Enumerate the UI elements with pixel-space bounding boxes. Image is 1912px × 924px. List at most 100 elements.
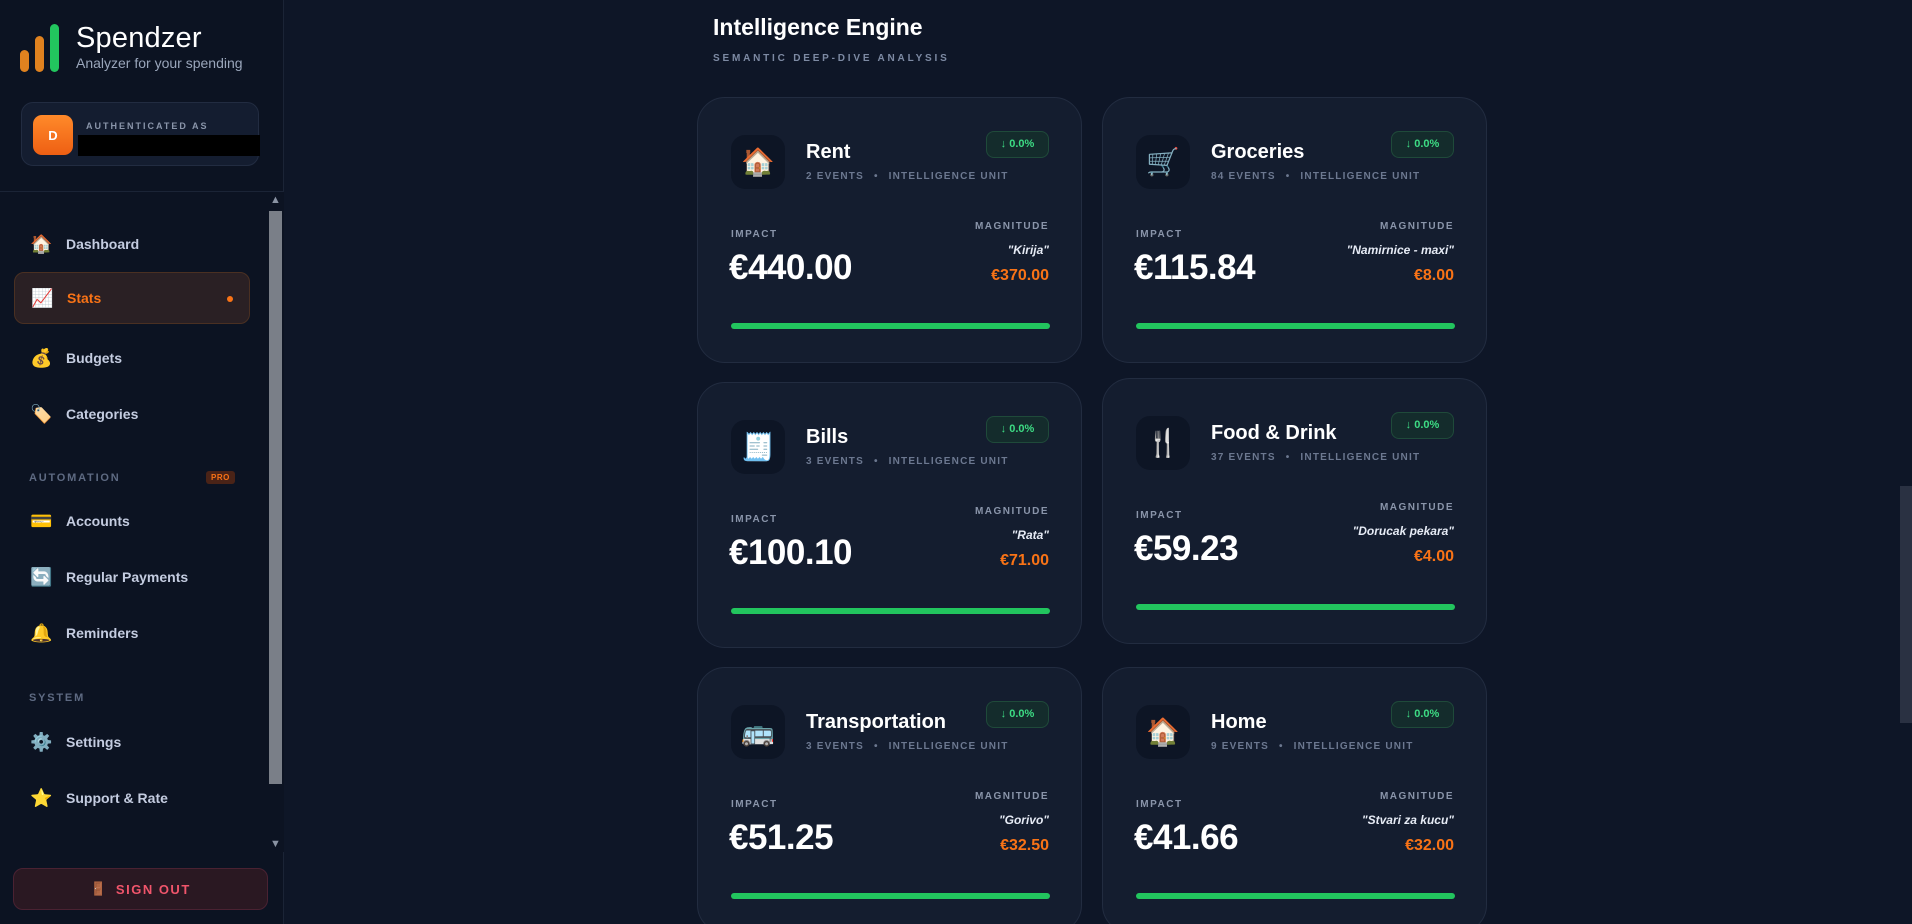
category-card-groceries[interactable]: 🛒 Groceries 84 EVENTS • INTELLIGENCE UNIT … <box>1102 97 1487 363</box>
page-scrollbar-thumb[interactable] <box>1900 486 1912 723</box>
impact-label: IMPACT <box>731 229 778 240</box>
receipt-icon: 🧾 <box>731 420 785 474</box>
sidebar-item-label: Dashboard <box>66 236 140 252</box>
sidebar-item-budgets[interactable]: 💰 Budgets <box>14 332 250 384</box>
top-item-name: "Dorucak pekara" <box>1352 524 1454 538</box>
top-item-value: €32.50 <box>1000 837 1049 854</box>
sidebar-item-stats[interactable]: 📈 Stats <box>14 272 250 324</box>
trend-badge: ↓ 0.0% <box>1391 412 1454 439</box>
impact-value: €100.10 <box>729 533 853 572</box>
section-label-system: SYSTEM <box>29 692 86 704</box>
impact-label: IMPACT <box>1136 229 1183 240</box>
progress-bar <box>731 893 1050 899</box>
sidebar-item-label: Accounts <box>66 513 130 529</box>
house-icon: 🏠 <box>731 135 785 189</box>
sidebar-scrollbar[interactable]: ▲ ▼ <box>267 192 284 852</box>
top-item-name: "Kirija" <box>1007 243 1049 257</box>
category-name: Transportation <box>806 711 947 733</box>
magnitude-label: MAGNITUDE <box>1379 791 1454 802</box>
top-item-name: "Namirnice - maxi" <box>1346 243 1454 257</box>
sidebar-item-regular-payments[interactable]: 🔄 Regular Payments <box>14 551 250 603</box>
logo-icon <box>20 22 64 72</box>
category-card-food-drink[interactable]: 🍴 Food & Drink 37 EVENTS • INTELLIGENCE UN… <box>1102 378 1487 644</box>
magnitude-label: MAGNITUDE <box>974 791 1049 802</box>
avatar: D <box>33 115 73 155</box>
sign-out-button[interactable]: 🚪 SIGN OUT <box>13 868 268 910</box>
progress-bar <box>731 323 1050 329</box>
impact-value: €51.25 <box>729 818 834 857</box>
scroll-thumb[interactable] <box>269 211 282 784</box>
gear-icon: ⚙️ <box>30 731 53 752</box>
brand-name: Spendzer <box>76 22 202 54</box>
category-card-transportation[interactable]: 🚌 Transportation 3 EVENTS • INTELLIGENCE U… <box>697 667 1082 924</box>
impact-label: IMPACT <box>1136 799 1183 810</box>
category-name: Home <box>1211 711 1267 733</box>
sidebar-item-support[interactable]: ⭐ Support & Rate <box>14 772 250 824</box>
sidebar-item-reminders[interactable]: 🔔 Reminders <box>14 607 250 659</box>
impact-label: IMPACT <box>731 514 778 525</box>
impact-value: €59.23 <box>1134 529 1239 568</box>
auth-label: AUTHENTICATED AS <box>86 121 209 131</box>
trend-badge: ↓ 0.0% <box>986 701 1049 728</box>
sidebar: Spendzer Analyzer for your spending D AU… <box>0 0 284 924</box>
sidebar-item-label: Settings <box>66 734 122 750</box>
category-card-rent[interactable]: 🏠 Rent 2 EVENTS • INTELLIGENCE UNIT ↓ 0.0%… <box>697 97 1082 363</box>
magnitude-label: MAGNITUDE <box>974 221 1049 232</box>
trend-badge: ↓ 0.0% <box>1391 701 1454 728</box>
category-meta: 2 EVENTS • INTELLIGENCE UNIT <box>806 171 1009 182</box>
sidebar-nav: 🏠 Dashboard 📈 Stats 💰 Budgets 🏷️ Categor… <box>0 192 284 852</box>
shopping-cart-icon: 🛒 <box>1136 135 1190 189</box>
category-card-home[interactable]: 🏠 Home 9 EVENTS • INTELLIGENCE UNIT ↓ 0.0%… <box>1102 667 1487 924</box>
impact-label: IMPACT <box>1136 510 1183 521</box>
brand[interactable]: Spendzer Analyzer for your spending <box>20 22 243 72</box>
category-meta: 37 EVENTS • INTELLIGENCE UNIT <box>1211 452 1421 463</box>
category-meta: 3 EVENTS • INTELLIGENCE UNIT <box>806 741 1009 752</box>
category-name: Food & Drink <box>1211 422 1337 444</box>
top-item-value: €4.00 <box>1413 548 1454 565</box>
pro-badge: PRO <box>206 471 235 484</box>
sign-out-label: SIGN OUT <box>115 881 191 897</box>
door-icon: 🚪 <box>90 881 108 896</box>
brand-tagline: Analyzer for your spending <box>76 55 243 71</box>
category-meta: 3 EVENTS • INTELLIGENCE UNIT <box>806 456 1009 467</box>
bus-icon: 🚌 <box>731 705 785 759</box>
top-item-value: €8.00 <box>1413 267 1454 284</box>
impact-value: €41.66 <box>1134 818 1239 857</box>
sidebar-item-label: Regular Payments <box>66 569 189 585</box>
scroll-up-arrow-icon[interactable]: ▲ <box>267 192 284 208</box>
sidebar-item-label: Categories <box>66 406 139 422</box>
repeat-icon: 🔄 <box>30 566 53 587</box>
bell-icon: 🔔 <box>30 622 53 643</box>
top-item-value: €370.00 <box>991 267 1049 284</box>
magnitude-label: MAGNITUDE <box>974 506 1049 517</box>
trend-badge: ↓ 0.0% <box>1391 131 1454 158</box>
sidebar-item-label: Support & Rate <box>66 790 168 806</box>
category-name: Groceries <box>1211 141 1305 163</box>
sidebar-item-settings[interactable]: ⚙️ Settings <box>14 716 250 768</box>
top-item-name: "Stvari za kucu" <box>1361 813 1454 827</box>
credit-card-icon: 💳 <box>30 510 53 531</box>
star-icon: ⭐ <box>30 787 53 808</box>
fork-knife-icon: 🍴 <box>1136 416 1190 470</box>
house-icon: 🏠 <box>30 233 53 254</box>
magnitude-label: MAGNITUDE <box>1379 502 1454 513</box>
redacted-username <box>78 135 260 156</box>
sidebar-item-accounts[interactable]: 💳 Accounts <box>14 495 250 547</box>
sidebar-item-label: Reminders <box>66 625 139 641</box>
category-meta: 84 EVENTS • INTELLIGENCE UNIT <box>1211 171 1421 182</box>
sidebar-item-categories[interactable]: 🏷️ Categories <box>14 388 250 440</box>
sidebar-item-label: Budgets <box>66 350 122 366</box>
user-card[interactable]: D AUTHENTICATED AS <box>21 102 260 166</box>
page-title: Intelligence Engine <box>713 14 923 40</box>
magnitude-label: MAGNITUDE <box>1379 221 1454 232</box>
top-item-name: "Rata" <box>1011 528 1049 542</box>
money-bag-icon: 💰 <box>30 347 53 368</box>
category-card-bills[interactable]: 🧾 Bills 3 EVENTS • INTELLIGENCE UNIT ↓ 0.0… <box>697 382 1082 648</box>
impact-value: €440.00 <box>729 248 853 287</box>
tag-icon: 🏷️ <box>30 403 53 424</box>
sidebar-item-dashboard[interactable]: 🏠 Dashboard <box>14 218 250 270</box>
impact-value: €115.84 <box>1134 248 1256 287</box>
top-item-value: €32.00 <box>1405 837 1454 854</box>
category-meta: 9 EVENTS • INTELLIGENCE UNIT <box>1211 741 1414 752</box>
scroll-down-arrow-icon[interactable]: ▼ <box>267 836 284 852</box>
